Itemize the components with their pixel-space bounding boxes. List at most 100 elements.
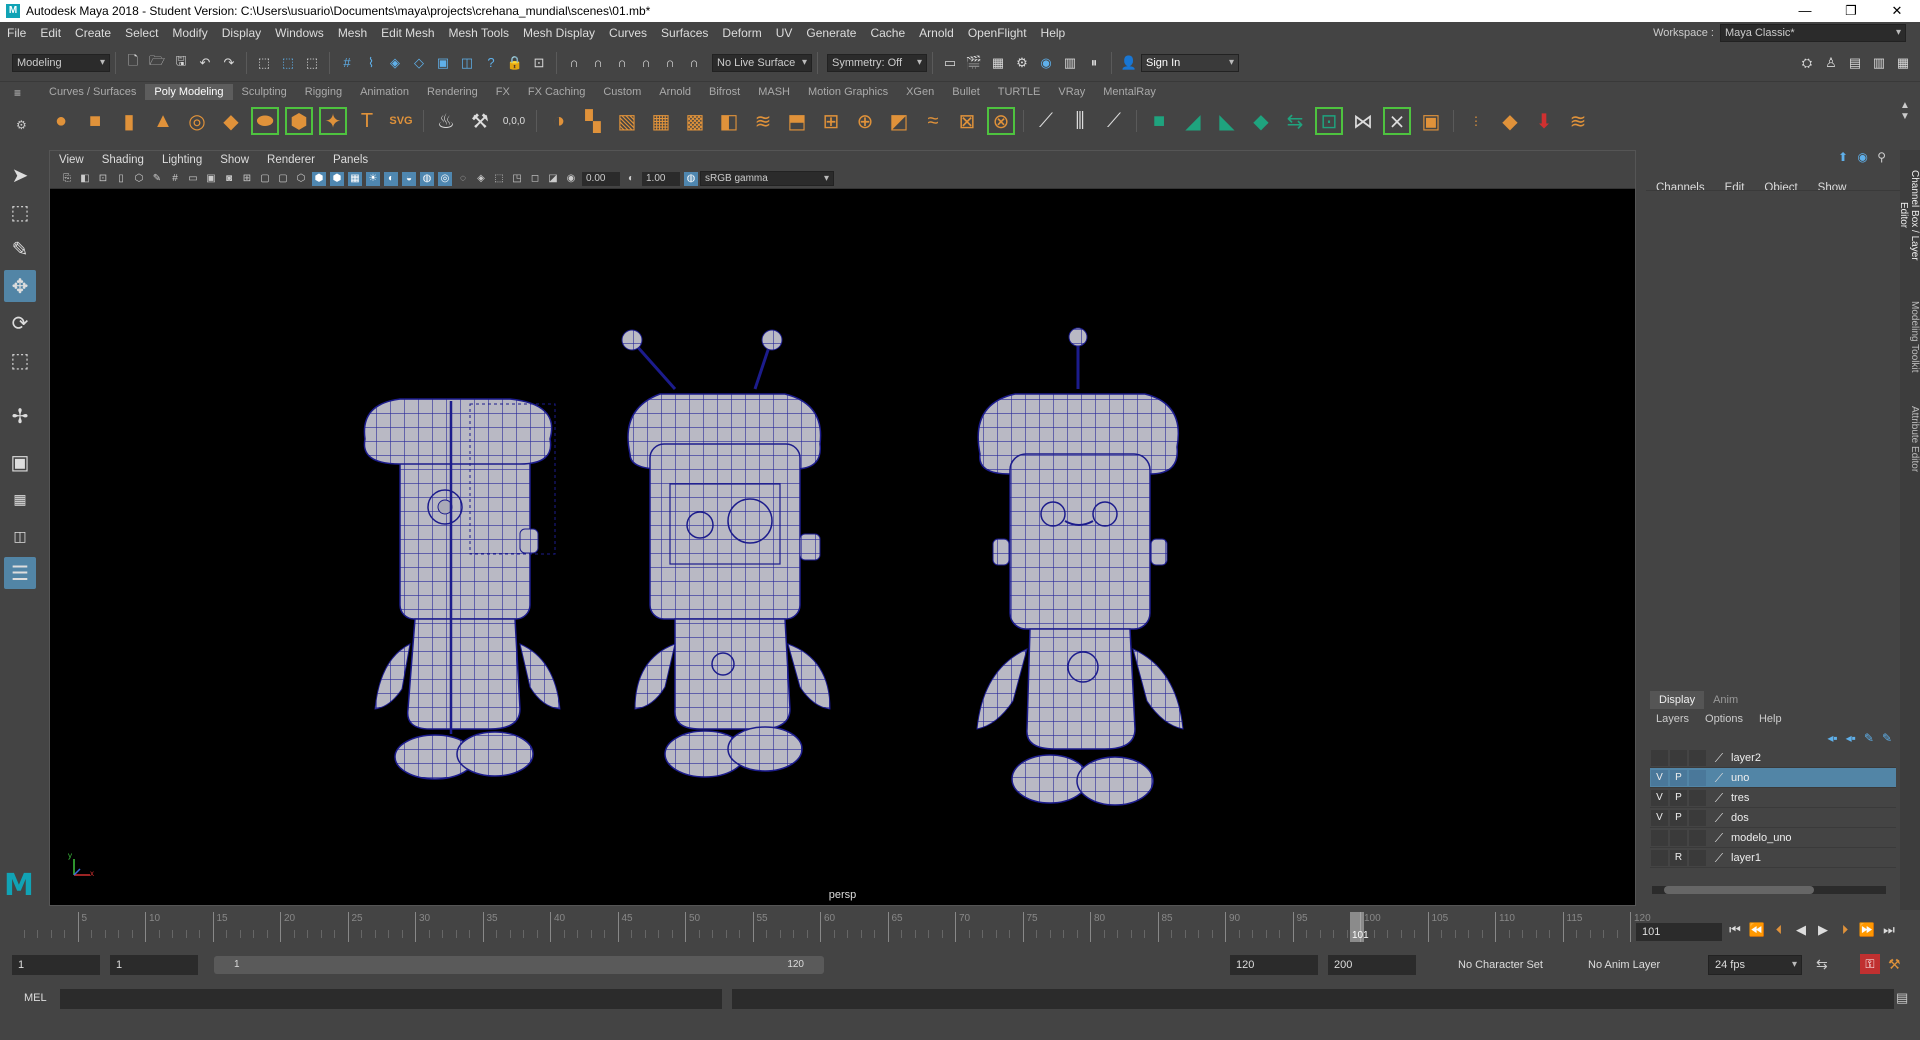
snap-grid-icon[interactable]: #: [336, 52, 358, 74]
menu-generate[interactable]: Generate: [799, 26, 863, 40]
layer-name[interactable]: tres: [1731, 792, 1749, 804]
rotate-tool-icon[interactable]: ⟳: [4, 307, 36, 339]
render-frame-icon[interactable]: 🎬: [963, 52, 985, 74]
shelf-tab-vray[interactable]: VRay: [1049, 84, 1094, 100]
color-management-icon[interactable]: ◍: [684, 171, 698, 186]
tool-settings-icon[interactable]: ▥: [1868, 52, 1890, 74]
scale-tool-icon[interactable]: ⬚: [4, 344, 36, 376]
smooth-shade-icon[interactable]: ⬢: [312, 171, 326, 186]
shelf-gear-icon[interactable]: ⚙: [16, 118, 27, 132]
menu-help[interactable]: Help: [1034, 26, 1073, 40]
layer-color-swatch[interactable]: [1689, 829, 1706, 846]
anim-layer-field[interactable]: No Anim Layer: [1582, 955, 1704, 975]
layer-color-swatch[interactable]: [1689, 749, 1706, 766]
transfer-icon[interactable]: ⊠: [953, 107, 981, 135]
layer-playback-toggle[interactable]: [1670, 749, 1687, 766]
bookmarks-icon[interactable]: ⊡: [96, 172, 110, 186]
side-tab-attribute-editor[interactable]: Attribute Editor: [1900, 394, 1920, 484]
undo-icon[interactable]: ↶: [194, 52, 216, 74]
extrude-icon[interactable]: ■: [1145, 107, 1173, 135]
lock-icon[interactable]: 🔒: [504, 52, 526, 74]
magnet-icon-4[interactable]: ∩: [635, 52, 657, 74]
menu-create[interactable]: Create: [68, 26, 118, 40]
menu-arnold[interactable]: Arnold: [912, 26, 961, 40]
current-frame-field[interactable]: 101: [1636, 923, 1722, 941]
side-tab-modeling-toolkit[interactable]: Modeling Toolkit: [1900, 292, 1920, 382]
menu-display[interactable]: Display: [215, 26, 268, 40]
layer-edit-icon[interactable]: ⟋: [1711, 850, 1727, 866]
shelf-tab-bifrost[interactable]: Bifrost: [700, 84, 749, 100]
wedge-icon[interactable]: ⋈: [1349, 107, 1377, 135]
paint-select-icon[interactable]: ✎: [4, 233, 36, 265]
step-forward-key-icon[interactable]: ⏩: [1856, 919, 1878, 941]
redo-icon[interactable]: ↷: [218, 52, 240, 74]
minimize-icon[interactable]: —: [1782, 0, 1828, 22]
loop-icon[interactable]: ⇆: [1816, 956, 1828, 973]
cylinder-icon[interactable]: ▮: [115, 107, 143, 135]
bevel-icon[interactable]: ◣: [1213, 107, 1241, 135]
cube-icon[interactable]: ■: [81, 107, 109, 135]
persp-viewport[interactable]: y x persp: [50, 189, 1635, 905]
select-components-icon[interactable]: ⬚: [301, 52, 323, 74]
shelf-tab-fx-caching[interactable]: FX Caching: [519, 84, 594, 100]
select-hierarchy-icon[interactable]: ⬚: [253, 52, 275, 74]
magnet-icon-3[interactable]: ∩: [611, 52, 633, 74]
layer-visibility-toggle[interactable]: V: [1651, 809, 1668, 826]
layer-color-swatch[interactable]: [1689, 789, 1706, 806]
go-to-start-icon[interactable]: ⏮: [1724, 919, 1746, 941]
shelf-scroll-icon[interactable]: ▲ ▼: [1900, 100, 1910, 122]
bridge-icon[interactable]: ◢: [1179, 107, 1207, 135]
platonic-icon[interactable]: ⬢: [285, 107, 313, 135]
remesh-icon[interactable]: ⊕: [851, 107, 879, 135]
image-plane-icon[interactable]: ▯: [114, 172, 128, 186]
motion-blur-icon[interactable]: ◍: [420, 171, 434, 186]
layer-edit-icon[interactable]: ⟋: [1711, 830, 1727, 846]
extract-icon[interactable]: ▧: [613, 107, 641, 135]
textured-icon[interactable]: ▦: [348, 171, 362, 186]
render-settings-icon[interactable]: ⚙: [1011, 52, 1033, 74]
menu-windows[interactable]: Windows: [268, 26, 331, 40]
layer-scrollbar[interactable]: [1652, 886, 1886, 894]
svg-icon[interactable]: SVG: [387, 107, 415, 135]
shelf-tab-motion-graphics[interactable]: Motion Graphics: [799, 84, 897, 100]
menu-modify[interactable]: Modify: [165, 26, 214, 40]
character-controls-icon[interactable]: ♙: [1820, 52, 1842, 74]
sphere-icon[interactable]: ●: [47, 107, 75, 135]
layer-name[interactable]: dos: [1731, 812, 1749, 824]
merge-icon[interactable]: ⇆: [1281, 107, 1309, 135]
menu-file[interactable]: File: [0, 26, 33, 40]
save-scene-icon[interactable]: 🖫: [170, 52, 192, 74]
fill-hole-icon[interactable]: ⬒: [783, 107, 811, 135]
safe-title-icon[interactable]: ▢: [276, 172, 290, 186]
open-scene-icon[interactable]: 🗁: [146, 52, 168, 74]
wireframe-icon[interactable]: ⬡: [294, 172, 308, 186]
conform-icon[interactable]: ▣: [1417, 107, 1445, 135]
two-d-pan-icon[interactable]: ⬡: [132, 172, 146, 186]
gamma-field[interactable]: 1.00: [642, 171, 680, 186]
retopo-icon[interactable]: ◩: [885, 107, 913, 135]
shelf-tab-rendering[interactable]: Rendering: [418, 84, 487, 100]
move-layer-down-icon[interactable]: ◂▪: [1846, 731, 1856, 745]
lights-icon[interactable]: ☀: [366, 171, 380, 186]
menu-set-dropdown[interactable]: Modeling: [12, 53, 110, 72]
restore-icon[interactable]: ❐: [1828, 0, 1874, 22]
shelf-menu-icon[interactable]: ≡: [14, 86, 21, 100]
collapse-icon[interactable]: ⨯: [1383, 107, 1411, 135]
menu-edit-mesh[interactable]: Edit Mesh: [374, 26, 441, 40]
play-backward-icon[interactable]: ◀: [1790, 919, 1812, 941]
snap-help-icon[interactable]: ?: [480, 52, 502, 74]
start-time-field[interactable]: 1: [12, 955, 100, 975]
end-time-field[interactable]: 200: [1328, 955, 1416, 975]
hypershade-icon[interactable]: ◉: [1035, 52, 1057, 74]
combine-icon[interactable]: ◑: [545, 107, 573, 135]
layer-visibility-toggle[interactable]: V: [1651, 789, 1668, 806]
boolean-union-icon[interactable]: ▩: [681, 107, 709, 135]
view-transform-dropdown[interactable]: sRGB gamma: [700, 171, 834, 186]
magnet-icon-1[interactable]: ∩: [563, 52, 585, 74]
shelf-tab-bullet[interactable]: Bullet: [943, 84, 989, 100]
fps-dropdown[interactable]: 24 fps: [1708, 955, 1802, 975]
xray-joints-icon[interactable]: ◌: [456, 172, 470, 186]
type-icon[interactable]: T: [353, 107, 381, 135]
layers-icon[interactable]: ≋: [749, 107, 777, 135]
snap-view-plane-icon[interactable]: ◇: [408, 52, 430, 74]
